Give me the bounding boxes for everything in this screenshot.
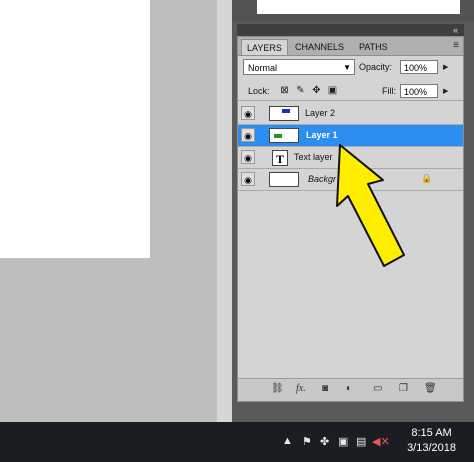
arrow-shape xyxy=(336,144,405,267)
annotation-arrow xyxy=(336,144,405,267)
